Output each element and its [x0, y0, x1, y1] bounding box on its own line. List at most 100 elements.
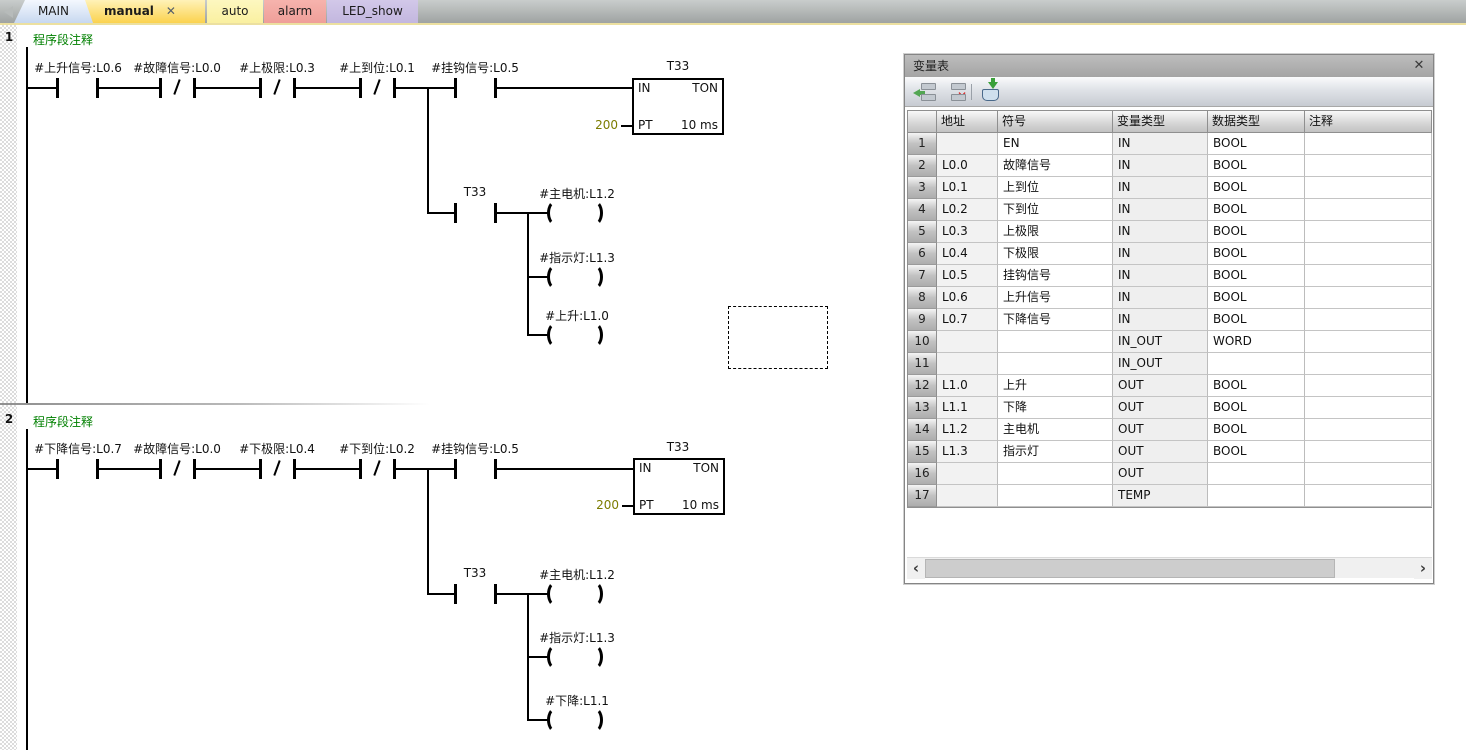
row-number-cell[interactable]: 17	[908, 485, 937, 507]
row-number-cell[interactable]: 12	[908, 375, 937, 397]
column-header[interactable]: 注释	[1305, 111, 1432, 133]
table-cell[interactable]: 下到位	[998, 199, 1113, 221]
table-cell[interactable]: 故障信号	[998, 155, 1113, 177]
tab-led-show[interactable]: LED_show	[327, 0, 418, 23]
table-cell[interactable]	[1305, 221, 1432, 243]
contact-no[interactable]	[96, 459, 99, 479]
row-number-cell[interactable]: 10	[908, 331, 937, 353]
table-cell[interactable]	[937, 463, 998, 485]
timer-name[interactable]: T33	[613, 440, 743, 454]
contact-label[interactable]: #挂钩信号:L0.5	[410, 59, 540, 76]
scroll-tabs-left-icon[interactable]	[4, 6, 13, 18]
table-cell[interactable]: 下极限	[998, 243, 1113, 265]
table-cell[interactable]	[937, 331, 998, 353]
table-cell[interactable]: OUT	[1113, 419, 1208, 441]
table-cell[interactable]: 下降	[998, 397, 1113, 419]
row-number-cell[interactable]: 6	[908, 243, 937, 265]
table-cell[interactable]	[1305, 353, 1432, 375]
contact-no[interactable]	[454, 78, 457, 98]
row-number-cell[interactable]: 3	[908, 177, 937, 199]
contact-nc[interactable]	[159, 459, 162, 479]
table-cell[interactable]	[1305, 397, 1432, 419]
row-number-cell[interactable]: 13	[908, 397, 937, 419]
network-comment[interactable]: 程序段注释	[33, 413, 93, 430]
table-cell[interactable]: OUT	[1113, 441, 1208, 463]
table-cell[interactable]	[937, 133, 998, 155]
table-cell[interactable]: BOOL	[1208, 155, 1305, 177]
table-cell[interactable]	[998, 353, 1113, 375]
contact-nc[interactable]	[293, 78, 296, 98]
table-cell[interactable]: 上升信号	[998, 287, 1113, 309]
contact-nc[interactable]	[259, 459, 262, 479]
horizontal-scrollbar[interactable]: ‹ ›	[907, 557, 1432, 578]
table-cell[interactable]	[1305, 243, 1432, 265]
table-cell[interactable]: BOOL	[1208, 419, 1305, 441]
contact-no[interactable]	[494, 459, 497, 479]
table-cell[interactable]	[1305, 463, 1432, 485]
table-cell[interactable]	[1208, 485, 1305, 507]
table-cell[interactable]: IN	[1113, 287, 1208, 309]
contact-nc[interactable]	[359, 459, 362, 479]
table-cell[interactable]	[998, 331, 1113, 353]
contact-no[interactable]	[96, 78, 99, 98]
scroll-left-icon[interactable]: ‹	[907, 558, 925, 579]
table-cell[interactable]	[1305, 331, 1432, 353]
row-number-cell[interactable]: 5	[908, 221, 937, 243]
table-cell[interactable]: L1.2	[937, 419, 998, 441]
table-cell[interactable]: OUT	[1113, 463, 1208, 485]
contact-nc[interactable]	[193, 78, 196, 98]
table-cell[interactable]: L0.7	[937, 309, 998, 331]
column-header[interactable]: 数据类型	[1208, 111, 1305, 133]
table-cell[interactable]: L0.0	[937, 155, 998, 177]
table-cell[interactable]: IN	[1113, 243, 1208, 265]
coil[interactable]	[547, 581, 603, 607]
column-header[interactable]: 变量类型	[1113, 111, 1208, 133]
table-cell[interactable]	[1305, 419, 1432, 441]
table-cell[interactable]	[1305, 441, 1432, 463]
table-cell[interactable]: L0.1	[937, 177, 998, 199]
contact-nc[interactable]	[159, 78, 162, 98]
table-cell[interactable]: OUT	[1113, 375, 1208, 397]
contact-no[interactable]	[56, 78, 59, 98]
table-cell[interactable]	[1305, 177, 1432, 199]
insert-row-icon[interactable]	[913, 82, 937, 102]
table-cell[interactable]: 主电机	[998, 419, 1113, 441]
contact-nc[interactable]	[193, 459, 196, 479]
row-number-cell[interactable]: 11	[908, 353, 937, 375]
contact-no[interactable]	[454, 459, 457, 479]
table-cell[interactable]: 上极限	[998, 221, 1113, 243]
table-cell[interactable]: BOOL	[1208, 199, 1305, 221]
column-header[interactable]	[908, 111, 937, 133]
timer-name[interactable]: T33	[613, 59, 743, 73]
table-cell[interactable]: OUT	[1113, 397, 1208, 419]
table-cell[interactable]: BOOL	[1208, 177, 1305, 199]
coil[interactable]	[547, 322, 603, 348]
row-number-cell[interactable]: 4	[908, 199, 937, 221]
selection-box[interactable]	[728, 306, 828, 369]
table-cell[interactable]	[1305, 485, 1432, 507]
table-cell[interactable]: EN	[998, 133, 1113, 155]
table-cell[interactable]: L1.0	[937, 375, 998, 397]
table-cell[interactable]: 指示灯	[998, 441, 1113, 463]
contact-nc[interactable]	[259, 78, 262, 98]
row-number-cell[interactable]: 14	[908, 419, 937, 441]
close-tab-icon[interactable]: ✕	[166, 0, 176, 23]
table-cell[interactable]	[1208, 463, 1305, 485]
table-cell[interactable]: IN_OUT	[1113, 353, 1208, 375]
contact-no[interactable]	[56, 459, 59, 479]
table-cell[interactable]: BOOL	[1208, 441, 1305, 463]
row-number-cell[interactable]: 9	[908, 309, 937, 331]
timer-box-ton[interactable]: IN TON PT 10 ms	[633, 458, 725, 515]
table-cell[interactable]: TEMP	[1113, 485, 1208, 507]
contact-label[interactable]: #挂钩信号:L0.5	[410, 440, 540, 457]
tab-auto[interactable]: auto	[207, 0, 263, 23]
table-cell[interactable]: BOOL	[1208, 287, 1305, 309]
row-number-cell[interactable]: 7	[908, 265, 937, 287]
table-cell[interactable]	[937, 485, 998, 507]
contact-nc[interactable]	[359, 78, 362, 98]
table-cell[interactable]	[1305, 155, 1432, 177]
table-cell[interactable]: L0.3	[937, 221, 998, 243]
table-cell[interactable]: L0.2	[937, 199, 998, 221]
table-cell[interactable]: BOOL	[1208, 221, 1305, 243]
contact-no[interactable]	[454, 584, 457, 604]
